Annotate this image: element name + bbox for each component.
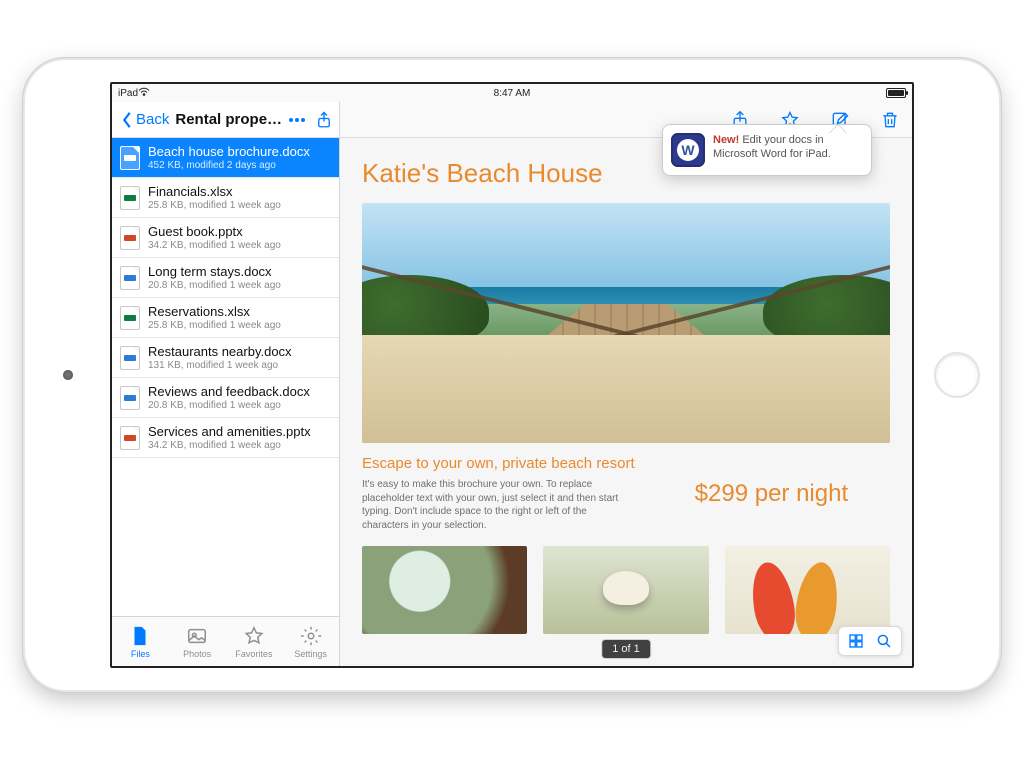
file-meta: 20.8 KB, modified 1 week ago (148, 280, 281, 291)
carrier-label: iPad (118, 88, 138, 99)
tab-photos-label: Photos (183, 649, 211, 659)
file-row[interactable]: Guest book.pptx34.2 KB, modified 1 week … (112, 218, 339, 258)
file-row[interactable]: Services and amenities.pptx34.2 KB, modi… (112, 418, 339, 458)
sidebar: Back Rental property Beach ho (112, 102, 340, 666)
preview-panel: Katie's Beach House Escape to your own, … (340, 102, 912, 666)
tab-favorites[interactable]: Favorites (226, 625, 282, 659)
thumb-image (362, 546, 527, 634)
tab-settings-label: Settings (294, 649, 327, 659)
file-type-icon (120, 186, 140, 210)
file-meta: 34.2 KB, modified 1 week ago (148, 240, 281, 251)
file-name: Long term stays.docx (148, 264, 281, 279)
more-button[interactable] (289, 118, 305, 122)
file-meta: 34.2 KB, modified 1 week ago (148, 440, 311, 451)
popover-text: New! Edit your docs in Microsoft Word fo… (713, 133, 861, 162)
file-meta: 452 KB, modified 2 days ago (148, 160, 310, 171)
file-meta: 131 KB, modified 1 week ago (148, 360, 292, 371)
camera (63, 370, 73, 380)
edit-in-word-popover[interactable]: W New! Edit your docs in Microsoft Word … (662, 124, 872, 176)
view-mode-toolbar (838, 626, 902, 656)
file-name: Services and amenities.pptx (148, 424, 311, 439)
doc-price: $299 per night (653, 455, 890, 532)
file-type-icon (120, 346, 140, 370)
doc-subtitle: Escape to your own, private beach resort (362, 455, 635, 472)
doc-body: It's easy to make this brochure your own… (362, 478, 635, 532)
back-button[interactable]: Back (118, 111, 169, 129)
file-type-icon (120, 266, 140, 290)
file-row[interactable]: Financials.xlsx25.8 KB, modified 1 week … (112, 178, 339, 218)
tab-files[interactable]: Files (112, 625, 168, 659)
file-name: Financials.xlsx (148, 184, 281, 199)
hero-image (362, 203, 890, 443)
back-label: Back (136, 111, 169, 128)
tab-bar: Files Photos Favorites Settings (112, 616, 339, 666)
file-type-icon (120, 146, 140, 170)
file-name: Restaurants nearby.docx (148, 344, 292, 359)
file-row[interactable]: Beach house brochure.docx452 KB, modifie… (112, 138, 339, 178)
file-list[interactable]: Beach house brochure.docx452 KB, modifie… (112, 138, 339, 616)
file-meta: 25.8 KB, modified 1 week ago (148, 320, 281, 331)
page-indicator: 1 of 1 (602, 640, 650, 658)
tab-photos[interactable]: Photos (169, 625, 225, 659)
file-type-icon (120, 426, 140, 450)
file-name: Reservations.xlsx (148, 304, 281, 319)
thumbnail-row (362, 546, 890, 634)
file-row[interactable]: Restaurants nearby.docx131 KB, modified … (112, 338, 339, 378)
file-meta: 25.8 KB, modified 1 week ago (148, 200, 281, 211)
tab-settings[interactable]: Settings (283, 625, 339, 659)
file-type-icon (120, 226, 140, 250)
ipad-frame: iPad 8:47 AM Back (25, 60, 999, 690)
file-type-icon (120, 306, 140, 330)
share-button[interactable] (315, 111, 333, 129)
battery-icon (886, 88, 906, 98)
file-row[interactable]: Long term stays.docx20.8 KB, modified 1 … (112, 258, 339, 298)
file-row[interactable]: Reservations.xlsx25.8 KB, modified 1 wee… (112, 298, 339, 338)
search-button[interactable] (875, 632, 893, 650)
screen: iPad 8:47 AM Back (110, 82, 914, 668)
file-type-icon (120, 386, 140, 410)
status-bar: iPad 8:47 AM (112, 84, 912, 102)
tab-files-label: Files (131, 649, 150, 659)
tab-favorites-label: Favorites (235, 649, 272, 659)
clock: 8:47 AM (494, 88, 531, 99)
home-button[interactable] (934, 352, 980, 398)
thumb-image (725, 546, 890, 634)
file-meta: 20.8 KB, modified 1 week ago (148, 400, 310, 411)
thumb-image (543, 546, 708, 634)
delete-button[interactable] (880, 110, 900, 130)
nav-bar: Back Rental property (112, 102, 339, 138)
document-preview[interactable]: Katie's Beach House Escape to your own, … (340, 138, 912, 666)
file-name: Beach house brochure.docx (148, 144, 310, 159)
file-name: Reviews and feedback.docx (148, 384, 310, 399)
wifi-icon (138, 87, 150, 100)
grid-view-button[interactable] (847, 632, 865, 650)
file-row[interactable]: Reviews and feedback.docx20.8 KB, modifi… (112, 378, 339, 418)
word-app-icon: W (671, 133, 705, 167)
file-name: Guest book.pptx (148, 224, 281, 239)
folder-title: Rental property (175, 111, 285, 128)
